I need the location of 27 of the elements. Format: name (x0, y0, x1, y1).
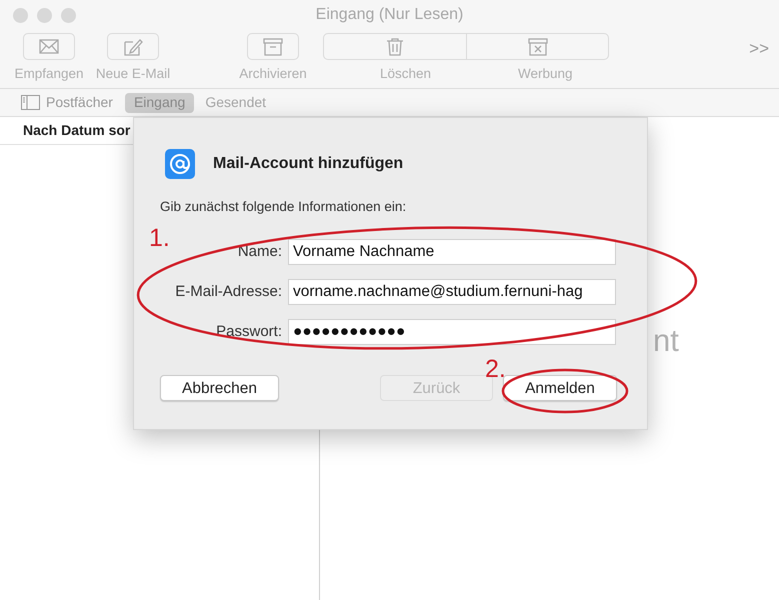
field-label: E-Mail-Adresse: (174, 282, 283, 302)
toolbar-button[interactable] (247, 33, 299, 60)
input-field[interactable]: vorname.nachname@studium.fernuni-hag (288, 279, 616, 306)
step-number: 1. (149, 224, 170, 252)
sidebar-icon (21, 95, 40, 110)
toolbar-label: Empfangen (14, 65, 84, 83)
field-label: Passwort: (215, 322, 283, 342)
toolbar-label: Löschen (380, 65, 432, 83)
toolbar-button[interactable] (23, 33, 75, 60)
input-field[interactable]: ●●●●●●●●●●●● (288, 319, 616, 346)
window-control[interactable] (61, 8, 76, 22)
sort-label[interactable]: Nach Datum sor (23, 120, 130, 141)
toolbar-label: Neue E-Mail (96, 65, 170, 83)
dialog-button[interactable]: Anmelden (503, 375, 617, 402)
toolbar-button[interactable] (107, 33, 159, 60)
window-title: Eingang (Nur Lesen) (314, 5, 464, 25)
dialog-button[interactable]: Abbrechen (160, 375, 279, 402)
window-control[interactable] (37, 8, 52, 22)
window-control[interactable] (13, 8, 28, 22)
intro-text: Gib zunächst folgende Informationen ein: (159, 198, 408, 216)
input-field[interactable]: Vorname Nachname (288, 239, 616, 266)
at-sign-icon (164, 148, 196, 180)
toolbar-label: Werbung (518, 65, 573, 83)
dialog-title: Mail-Account hinzufügen (213, 154, 404, 174)
field-label: Name: (236, 242, 283, 262)
empty-state-text: nt (653, 322, 679, 360)
toolbar-label: Archivieren (239, 65, 307, 83)
